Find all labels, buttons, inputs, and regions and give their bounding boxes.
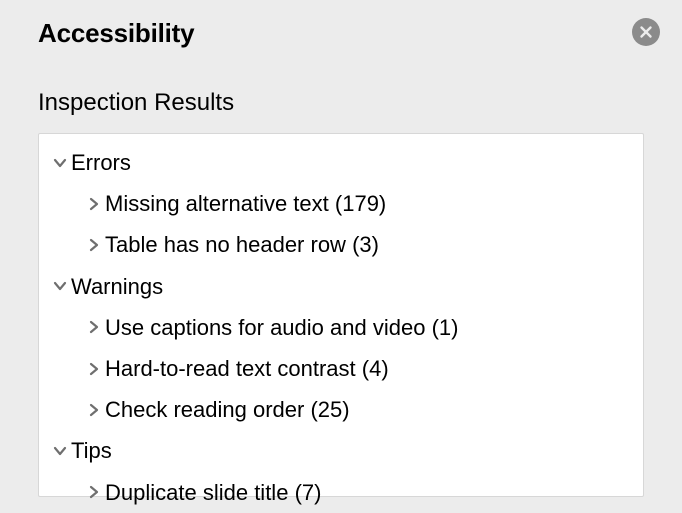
category-errors[interactable]: Errors [39,142,643,183]
issue-duplicate-title[interactable]: Duplicate slide title (7) [39,472,643,513]
accessibility-pane: Accessibility Inspection Results Errors … [0,0,682,497]
chevron-down-icon [49,444,71,458]
issue-count: (179) [335,186,386,221]
category-label: Tips [71,433,112,468]
issue-captions[interactable]: Use captions for audio and video (1) [39,307,643,348]
issue-label: Duplicate slide title [105,475,288,510]
category-tips[interactable]: Tips [39,430,643,471]
pane-header: Accessibility [0,18,682,49]
issue-count: (7) [295,475,322,510]
issue-label: Use captions for audio and video [105,310,425,345]
close-icon [639,25,653,39]
inspection-results-heading: Inspection Results [0,49,682,117]
issue-label: Check reading order [105,392,304,427]
issue-reading-order[interactable]: Check reading order (25) [39,389,643,430]
chevron-right-icon [83,485,105,499]
chevron-right-icon [83,197,105,211]
issue-label: Hard-to-read text contrast [105,351,356,386]
issue-count: (4) [362,351,389,386]
chevron-right-icon [83,403,105,417]
issue-count: (1) [432,310,459,345]
issue-table-no-header[interactable]: Table has no header row (3) [39,224,643,265]
pane-title: Accessibility [38,18,194,49]
category-label: Errors [71,145,131,180]
issue-contrast[interactable]: Hard-to-read text contrast (4) [39,348,643,389]
close-button[interactable] [632,18,660,46]
issue-count: (3) [352,227,379,262]
issue-label: Missing alternative text [105,186,329,221]
chevron-right-icon [83,362,105,376]
category-warnings[interactable]: Warnings [39,266,643,307]
chevron-down-icon [49,279,71,293]
issue-label: Table has no header row [105,227,346,262]
issue-missing-alt-text[interactable]: Missing alternative text (179) [39,183,643,224]
issue-count: (25) [310,392,349,427]
chevron-down-icon [49,156,71,170]
results-panel: Errors Missing alternative text (179) Ta… [38,133,644,497]
chevron-right-icon [83,238,105,252]
chevron-right-icon [83,320,105,334]
category-label: Warnings [71,269,163,304]
